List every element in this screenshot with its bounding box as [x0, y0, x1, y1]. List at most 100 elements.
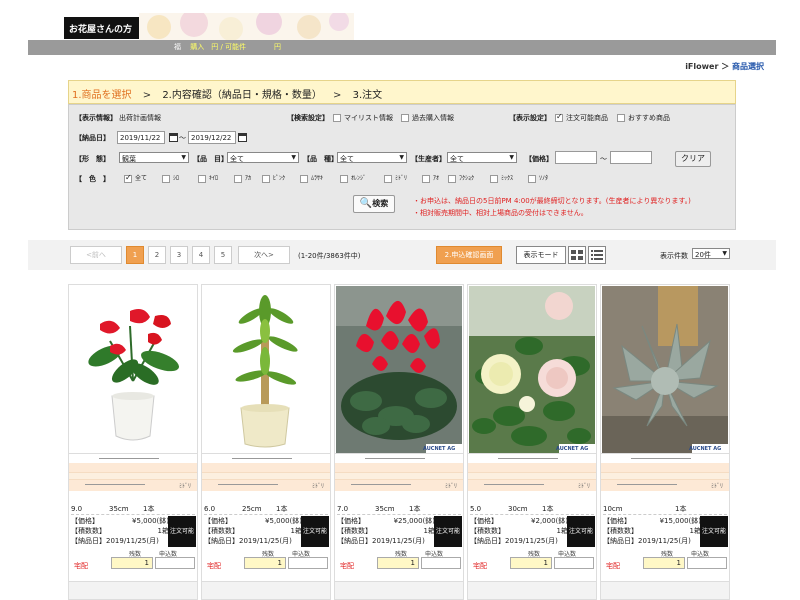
price-value: ¥5,000(鉢) [132, 517, 169, 525]
product-image-anthurium[interactable] [70, 286, 196, 453]
color-checkbox[interactable] [300, 174, 308, 183]
color-option-mix[interactable]: ﾐｯｸｽ [490, 173, 528, 183]
color-checkbox[interactable] [340, 174, 348, 183]
product-image-mini-rose[interactable] [469, 286, 595, 453]
orderable-option[interactable]: 注文可能商品 [555, 112, 608, 123]
clear-button[interactable]: クリア [675, 151, 711, 167]
color-option-label: ﾐｯｸｽ [501, 175, 514, 182]
color-checkbox[interactable] [234, 174, 242, 183]
variety-select[interactable]: 全て ▼ [337, 152, 407, 163]
display-mode-button[interactable]: 表示モード [516, 246, 566, 264]
order-qty-input[interactable] [421, 557, 461, 569]
page-button[interactable]: 4 [192, 246, 210, 264]
date-from-input[interactable]: 2019/11/22 [117, 131, 165, 144]
magnifier-icon: 🔍 [359, 198, 373, 209]
form-label: 【形 態】 [75, 155, 110, 163]
card-footer [335, 581, 463, 599]
calendar-icon[interactable] [169, 133, 178, 142]
product-card[interactable]: ﾐﾄﾞﾘ AUCNET AG 7.0 35cm 1本 【価格】 ¥25,000(鉢) … [334, 284, 464, 600]
form-select[interactable]: 観葉 ▼ [119, 152, 189, 163]
color-option-label: ｱｵ [433, 175, 440, 182]
order-qty-input[interactable] [687, 557, 727, 569]
price-min-input[interactable] [555, 151, 597, 164]
step-separator: > [333, 90, 342, 101]
dropdown-arrow-icon: ▼ [181, 154, 186, 161]
color-checkbox[interactable] [448, 174, 456, 183]
display-info-value: 出荷計画情報 [119, 114, 161, 122]
variety-label: 【品 種】 [303, 155, 338, 163]
page-button[interactable]: 3 [170, 246, 188, 264]
lot-label: 【積数数】 [337, 527, 372, 535]
next-page-button[interactable]: 次へ> [238, 246, 290, 264]
product-name-row [601, 453, 729, 463]
per-page-select[interactable]: 20件 ▼ [692, 248, 730, 259]
item-select-value: 全て [230, 155, 244, 163]
color-option-multi[interactable]: ﾌｸｼｮｸ [448, 173, 490, 183]
color-option-red[interactable]: ｱｶ [234, 173, 262, 183]
page-button[interactable]: 1 [126, 246, 144, 264]
prev-page-button[interactable]: <前へ [70, 246, 122, 264]
color-checkbox[interactable] [490, 174, 498, 183]
grade: 9.0 [71, 505, 83, 513]
order-qty-input[interactable] [288, 557, 328, 569]
delivery-date-value: 2019/11/25(月) [106, 537, 159, 545]
product-image-cyclamen[interactable] [336, 286, 462, 453]
product-name-row [202, 453, 330, 463]
list-view-icon[interactable] [588, 246, 606, 264]
orderable-badge: 注文可能 [301, 516, 329, 547]
product-card[interactable]: ﾐﾄﾞﾘ 6.0 25cm 1本 【価格】 ¥5,000(鉢) 【積数数】 1箱 【納品… [201, 284, 331, 600]
color-checkbox[interactable] [124, 173, 132, 183]
date-to-input[interactable]: 2019/12/22 [188, 131, 236, 144]
color-option-other[interactable]: ｿﾉﾀ [528, 173, 562, 183]
color-checkbox[interactable] [162, 174, 170, 183]
count: 1本 [542, 505, 554, 513]
item-select[interactable]: 全て ▼ [227, 152, 299, 163]
breadcrumb-home[interactable]: iFlower [685, 62, 718, 71]
delivery-date-label: 【納品日】 [75, 134, 110, 142]
detail-strip [601, 472, 729, 480]
count: 1本 [143, 505, 155, 513]
product-image-dracaena[interactable] [203, 286, 329, 453]
order-qty-input[interactable] [155, 557, 195, 569]
site-logo[interactable]: お花屋さんの方 [64, 17, 139, 39]
mylist-option[interactable]: マイリスト情報 [333, 113, 393, 123]
color-checkbox[interactable] [198, 174, 206, 183]
color-option-blue[interactable]: ｱｵ [422, 173, 448, 183]
color-checkbox[interactable] [422, 174, 430, 183]
search-button[interactable]: 🔍検索 [353, 195, 395, 213]
product-card[interactable]: ﾐﾄﾞﾘ AUCNET AG 10cm 1本 【価格】 ¥15,000(鉢) 【積数… [600, 284, 730, 600]
order-qty-input[interactable] [554, 557, 594, 569]
color-checkbox[interactable] [528, 174, 536, 183]
color-option-yellow[interactable]: ｷｲﾛ [198, 173, 234, 183]
orderable-checkbox[interactable] [555, 112, 563, 122]
past-purchase-checkbox[interactable] [401, 114, 409, 122]
dropdown-arrow-icon: ▼ [399, 154, 404, 161]
grid-view-icon[interactable] [568, 246, 586, 264]
product-card[interactable]: ﾐﾄﾞﾘ 9.0 35cm 1本 【価格】 ¥5,000(鉢) 【積数数】 1箱 【納品… [68, 284, 198, 600]
delivery-type: 宅配 [74, 562, 88, 570]
color-option-white[interactable]: ｼﾛ [162, 173, 198, 183]
color-checkbox[interactable] [384, 174, 392, 183]
product-card[interactable]: ﾐﾄﾞﾘ AUCNET AG 5.0 30cm 1本 【価格】 ¥2,000(鉢) 【… [467, 284, 597, 600]
color-option-orange[interactable]: ｵﾚﾝｼﾞ [340, 173, 384, 183]
orderable-badge: 注文可能 [434, 516, 462, 547]
recommended-option[interactable]: おすすめ商品 [617, 113, 670, 123]
product-detail-band: ﾐﾄﾞﾘ [335, 463, 463, 491]
calendar-icon[interactable] [238, 133, 247, 142]
color-checkbox[interactable] [262, 174, 270, 183]
producer-select[interactable]: 全て ▼ [447, 152, 517, 163]
color-option-pink[interactable]: ﾋﾟﾝｸ [262, 173, 300, 183]
product-image-agave[interactable] [602, 286, 728, 453]
color-option-purple[interactable]: ﾑﾗｻｷ [300, 173, 340, 183]
confirm-screen-button[interactable]: 2.申込確認画面 [436, 246, 502, 264]
page-button[interactable]: 2 [148, 246, 166, 264]
recommended-checkbox[interactable] [617, 114, 625, 122]
color-option-green[interactable]: ﾐﾄﾞﾘ [384, 173, 422, 183]
past-purchase-label: 過去購入情報 [412, 114, 454, 122]
color-option-all[interactable]: 全て [124, 173, 162, 183]
product-spec: 9.0 35cm 1本 [71, 504, 195, 515]
page-button[interactable]: 5 [214, 246, 232, 264]
price-max-input[interactable] [610, 151, 652, 164]
mylist-checkbox[interactable] [333, 114, 341, 122]
past-purchase-option[interactable]: 過去購入情報 [401, 113, 454, 123]
